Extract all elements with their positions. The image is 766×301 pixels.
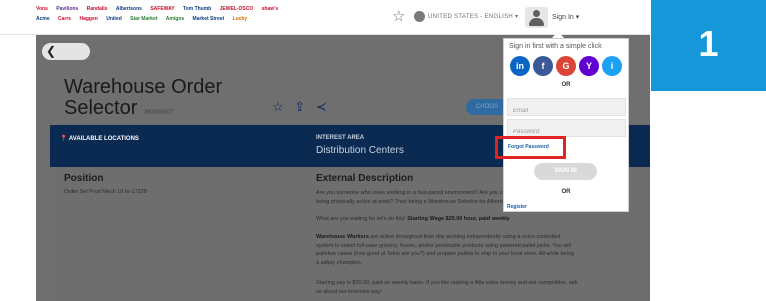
favorites-star-icon[interactable]: ☆ [392,9,405,24]
brand-logo-haggen[interactable]: Haggen [79,15,97,23]
brand-logo-carrs[interactable]: Carrs [58,15,71,23]
step-number-tile: 1 [651,0,766,91]
brand-logo-albertsons[interactable]: Albertsons [116,5,142,13]
share-box-icon[interactable]: ⇪ [294,99,305,114]
sign-in-menu[interactable]: Sign In ▾ [552,13,579,21]
brand-logos: Vons Pavilions Randalls Albertsons SAFEW… [36,5,371,23]
brand-logo-amigos[interactable]: Amigos [166,15,184,23]
brand-logo-market-street[interactable]: Market Street [193,15,225,23]
top-navigation-bar: Vons Pavilions Randalls Albertsons SAFEW… [0,0,650,35]
para2-prefix: What are you waiting for let's do this! [316,216,406,222]
interest-area-value: Distribution Centers [316,145,404,156]
forgot-password-highlight [495,136,566,159]
avatar-body [529,18,544,26]
back-button[interactable]: ❮ [42,43,90,60]
brand-logo-shaws[interactable]: shaw's [262,5,278,13]
google-icon[interactable]: G [556,56,576,76]
brand-logo-tom-thumb[interactable]: Tom Thumb [183,5,211,13]
brand-logo-lucky[interactable]: Lucky [233,15,247,23]
brand-logo-safeway[interactable]: SAFEWAY [150,5,174,13]
brand-logo-jewel-osco[interactable]: JEWEL-OSCO [220,5,254,13]
para2-wage: Starting Wage $20.00 hour, paid weekly [407,216,510,222]
position-value: Order Sel Prod Mech 10 hr-17228 [64,189,147,195]
user-avatar-icon[interactable] [525,7,548,28]
sign-in-button[interactable]: SIGN IN [534,163,597,180]
brand-logo-acme[interactable]: Acme [36,15,50,23]
step-number: 1 [698,23,719,64]
globe-icon [414,11,425,22]
sign-in-label: Sign In [552,14,574,21]
popup-heading: Sign in first with a simple click [509,43,602,50]
description-paragraph-4: Starting pay is $20.00, paid on weekly b… [316,280,578,295]
description-paragraph-2: What are you waiting for let's do this! … [316,215,578,224]
description-paragraph-3: Warehouse Workers are active throughout … [316,233,578,267]
password-field[interactable] [507,119,626,140]
sign-in-popup: Sign in first with a simple click in f G… [503,38,629,212]
brand-logo-randalls[interactable]: Randalls [87,5,108,13]
brand-logo-vons[interactable]: Vons [36,5,48,13]
region-label: UNITED STATES - ENGLISH [428,14,514,20]
avatar-head [533,10,540,17]
facebook-icon[interactable]: f [533,56,553,76]
region-selector[interactable]: UNITED STATES - ENGLISH ▾ [428,13,518,20]
linkedin-icon[interactable]: in [510,56,530,76]
save-star-icon[interactable]: ☆ [272,99,284,114]
info-icon[interactable]: i [602,56,622,76]
share-icon[interactable]: ≺ [316,99,327,114]
brand-logo-star-market[interactable]: Star Market [130,15,157,23]
or-divider-2: OR [561,189,571,195]
job-title-line1: Warehouse Order [64,76,223,98]
job-title: Warehouse Order Selector JR0000007 [64,77,222,124]
yahoo-icon[interactable]: Y [579,56,599,76]
available-locations-label: AVAILABLE LOCATIONS [68,136,139,142]
position-heading: Position [64,173,104,184]
email-field[interactable] [507,98,626,119]
brand-logo-united[interactable]: United [106,15,122,23]
email-input[interactable] [508,103,625,119]
brand-logo-pavilions[interactable]: Pavilions [56,5,78,13]
popup-pointer [552,31,564,38]
interest-area-label: INTEREST AREA [316,135,365,141]
job-title-line2: Selector [64,97,138,119]
register-link[interactable]: Register [507,204,527,210]
available-locations-link[interactable]: 📍 AVAILABLE LOCATIONS [60,135,139,142]
job-requisition-code: JR0000007 [142,110,174,116]
para3-bold: Warehouse Workers [316,234,369,240]
job-actions: ☆ ⇪ ≺ [272,99,334,115]
chevron-left-icon: ❮ [46,44,57,58]
or-divider: OR [561,82,571,88]
external-description-heading: External Description [316,173,414,184]
